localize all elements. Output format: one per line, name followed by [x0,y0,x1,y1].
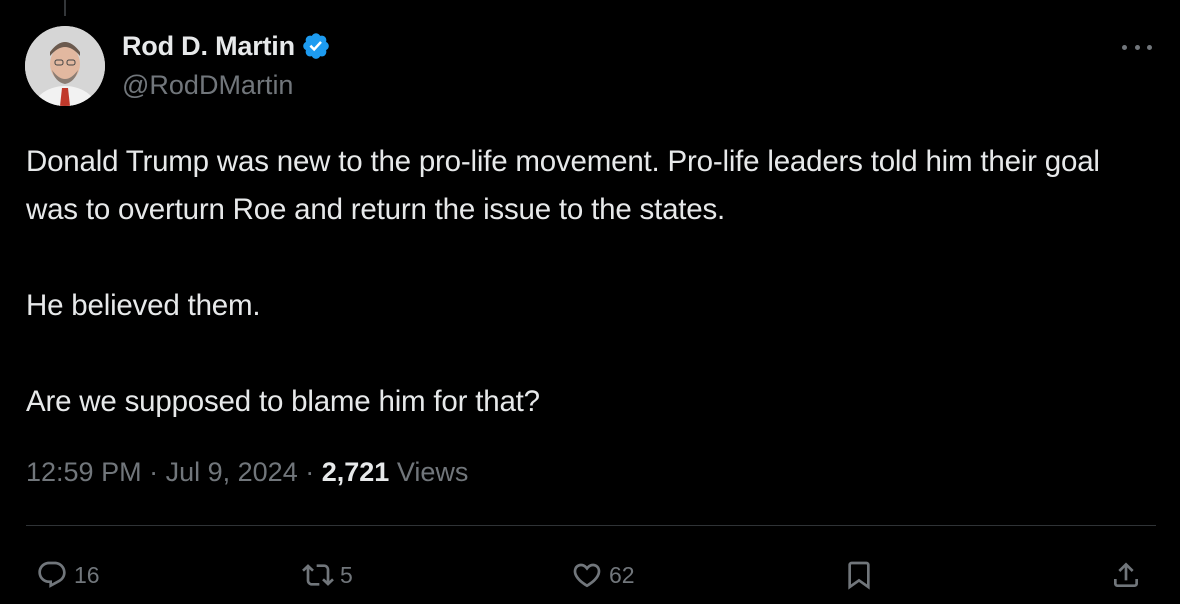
thread-connector-line [64,0,66,16]
author-display-name[interactable]: Rod D. Martin [122,31,295,62]
verified-badge-icon[interactable] [301,31,331,61]
bookmark-icon [848,561,870,590]
more-dot [1147,44,1152,50]
reply-count: 16 [74,561,100,588]
tweet-paragraph: He believed them. [26,289,261,322]
retweet-icon [302,564,334,586]
tweet-paragraph: Are we supposed to blame him for that? [26,385,540,418]
author-handle[interactable]: @RodDMartin [122,68,331,102]
tweet-date[interactable]: Jul 9, 2024 [166,457,298,487]
more-dot [1134,44,1140,50]
more-icon[interactable] [1122,34,1152,60]
share-icon [1114,562,1138,587]
views-label: Views [396,457,469,487]
bookmark-button[interactable] [843,556,875,594]
avatar[interactable] [25,26,105,106]
share-button[interactable] [1110,556,1142,594]
reply-icon [38,561,66,588]
avatar-photo [25,26,105,106]
heart-icon [573,563,601,588]
meta-separator: · [305,457,315,487]
tweet-paragraph: Donald Trump was new to the pro-life mov… [26,145,1100,226]
tweet-time[interactable]: 12:59 PM [26,457,142,487]
meta-separator: · [149,457,159,487]
like-count: 62 [609,561,635,588]
retweet-button[interactable]: 5 [302,556,353,594]
divider [26,525,1156,526]
tweet-author: Rod D. Martin @RodDMartin [122,28,331,102]
tweet-text: Donald Trump was new to the pro-life mov… [26,138,1146,426]
views-count: 2,721 [321,457,390,487]
like-button[interactable]: 62 [571,556,635,594]
tweet-metadata: 12:59 PM · Jul 9, 2024 · 2,721 Views [26,452,468,492]
reply-button[interactable]: 16 [36,556,100,594]
retweet-count: 5 [340,561,353,588]
more-dot [1122,44,1127,50]
